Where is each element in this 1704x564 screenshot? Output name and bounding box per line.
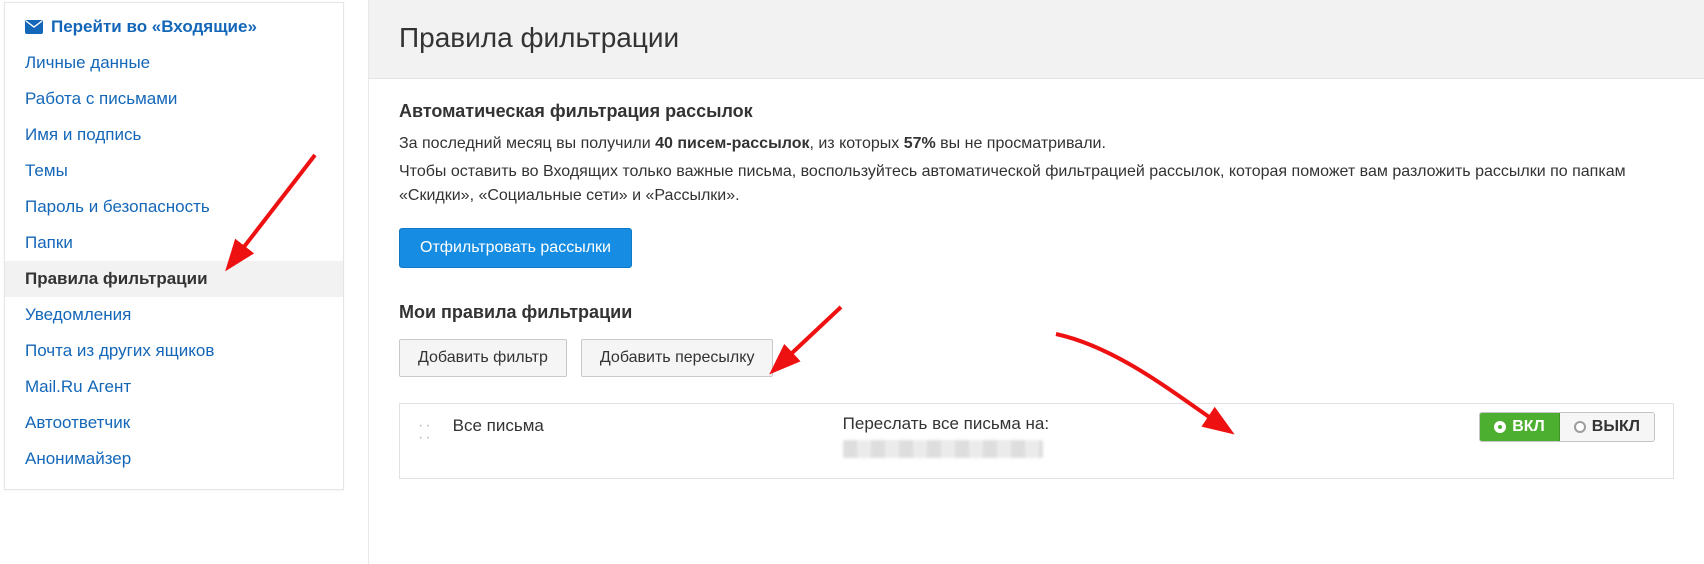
sidebar-item-themes[interactable]: Темы xyxy=(5,153,343,189)
rule-buttons-row: Добавить фильтр Добавить пересылку xyxy=(399,339,1674,377)
add-forward-button[interactable]: Добавить пересылку xyxy=(581,339,774,377)
sidebar-item-anonymizer[interactable]: Анонимайзер xyxy=(5,441,343,477)
auto-filter-desc: Чтобы оставить во Входящих только важные… xyxy=(399,160,1674,208)
rule-action: Переслать все письма на: xyxy=(843,414,1203,458)
my-rules-title: Мои правила фильтрации xyxy=(399,302,1674,323)
sidebar-item-mailru-agent[interactable]: Mail.Ru Агент xyxy=(5,369,343,405)
mail-icon xyxy=(25,20,43,34)
sidebar-item-personal-data[interactable]: Личные данные xyxy=(5,45,343,81)
sidebar-item-mail-handling[interactable]: Работа с письмами xyxy=(5,81,343,117)
toggle-off[interactable]: ВЫКЛ xyxy=(1560,413,1654,441)
main-panel: Правила фильтрации Автоматическая фильтр… xyxy=(368,0,1704,564)
main-header: Правила фильтрации xyxy=(369,0,1704,79)
sidebar-item-password-security[interactable]: Пароль и безопасность xyxy=(5,189,343,225)
sidebar-item-filter-rules[interactable]: Правила фильтрации xyxy=(5,261,343,297)
toggle-on[interactable]: ВКЛ xyxy=(1480,413,1560,441)
auto-filter-title: Автоматическая фильтрация рассылок xyxy=(399,101,1674,122)
auto-filter-stats: За последний месяц вы получили 40 писем-… xyxy=(399,132,1674,156)
main-body: Автоматическая фильтрация рассылок За по… xyxy=(369,79,1704,503)
drag-handle-icon[interactable]: ···· xyxy=(418,420,433,444)
sidebar-inbox-label: Перейти во «Входящие» xyxy=(51,16,257,38)
redacted-email xyxy=(843,440,1043,458)
sidebar-item-external-mailboxes[interactable]: Почта из других ящиков xyxy=(5,333,343,369)
sidebar-item-folders[interactable]: Папки xyxy=(5,225,343,261)
radio-on-icon xyxy=(1494,421,1506,433)
page-title: Правила фильтрации xyxy=(399,22,1674,54)
sidebar-item-autoresponder[interactable]: Автоответчик xyxy=(5,405,343,441)
filter-newsletters-button[interactable]: Отфильтровать рассылки xyxy=(399,228,632,268)
radio-off-icon xyxy=(1574,421,1586,433)
sidebar-item-notifications[interactable]: Уведомления xyxy=(5,297,343,333)
rule-scope: Все письма xyxy=(453,414,823,436)
add-filter-button[interactable]: Добавить фильтр xyxy=(399,339,567,377)
sidebar-inbox-link[interactable]: Перейти во «Входящие» xyxy=(5,9,343,45)
rule-row[interactable]: ···· Все письма Переслать все письма на:… xyxy=(399,403,1674,479)
settings-sidebar: Перейти во «Входящие» Личные данные Рабо… xyxy=(4,2,344,490)
rule-toggle[interactable]: ВКЛ ВЫКЛ xyxy=(1479,412,1655,442)
sidebar-item-name-signature[interactable]: Имя и подпись xyxy=(5,117,343,153)
